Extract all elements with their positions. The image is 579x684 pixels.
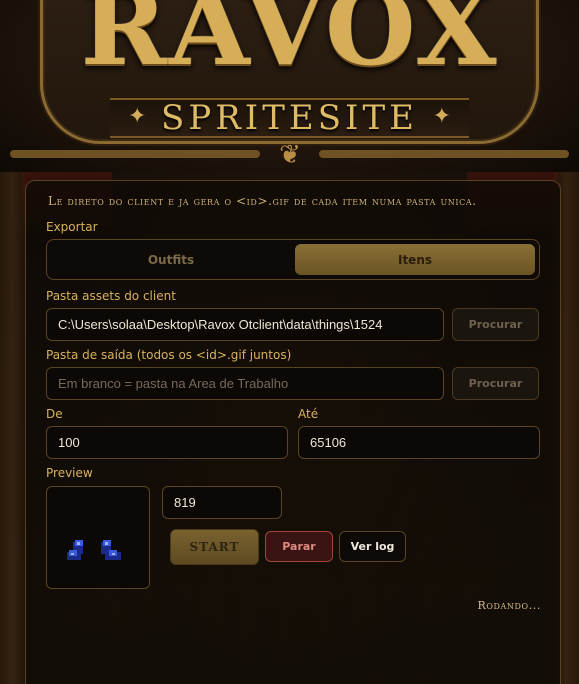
output-label: Pasta de saída (todos os <id>.gif juntos… bbox=[46, 348, 292, 362]
description-text: Le direto do client e ja gera o <id>.gif… bbox=[48, 194, 477, 208]
assets-path-input[interactable]: C:\Users\solaa\Desktop\Ravox Otclient\da… bbox=[46, 308, 444, 341]
export-label: Exportar bbox=[46, 220, 98, 234]
preview-label: Preview bbox=[46, 466, 93, 480]
export-segmented-control: Outfits Itens bbox=[46, 239, 540, 280]
subtitle-text: SPRITESITE bbox=[161, 98, 418, 138]
subtitle-ribbon: SPRITESITE bbox=[110, 98, 469, 138]
preview-id-field[interactable]: 819 bbox=[162, 486, 282, 519]
status-text: Rodando... bbox=[477, 599, 541, 612]
stop-button[interactable]: Parar bbox=[265, 531, 333, 562]
from-input[interactable]: 100 bbox=[46, 426, 288, 459]
banner-bar-left bbox=[10, 150, 260, 158]
segment-itens[interactable]: Itens bbox=[295, 244, 535, 275]
blue-boots-icon bbox=[67, 540, 121, 560]
logo-text: RAVOX bbox=[80, 0, 499, 89]
output-browse-button[interactable]: Procurar bbox=[452, 367, 539, 400]
from-label: De bbox=[46, 407, 63, 421]
star-icon: ✦ bbox=[128, 104, 147, 129]
banner-bar-right bbox=[319, 150, 569, 158]
to-label: Até bbox=[298, 407, 319, 421]
star-icon: ✦ bbox=[432, 104, 451, 129]
view-log-button[interactable]: Ver log bbox=[339, 531, 406, 562]
segment-outfits[interactable]: Outfits bbox=[51, 244, 291, 275]
to-input[interactable]: 65106 bbox=[298, 426, 540, 459]
start-button[interactable]: START bbox=[170, 529, 259, 565]
assets-label: Pasta assets do client bbox=[46, 289, 176, 303]
preview-box bbox=[46, 486, 150, 589]
crest-icon: ❦ bbox=[279, 140, 301, 170]
output-path-input[interactable]: Em branco = pasta na Area de Trabalho bbox=[46, 367, 444, 400]
header-banner: RAVOX SPRITESITE ✦ ✦ ❦ bbox=[0, 0, 579, 172]
assets-browse-button[interactable]: Procurar bbox=[452, 308, 539, 341]
